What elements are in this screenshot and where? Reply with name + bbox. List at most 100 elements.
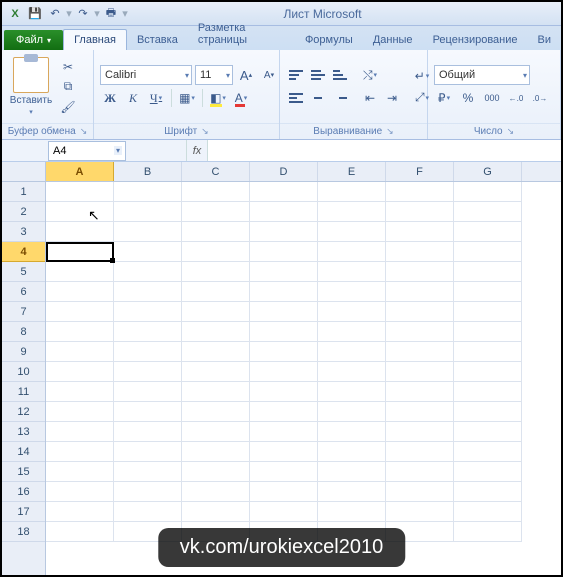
cell[interactable] [250,322,318,342]
cell[interactable] [114,422,182,442]
row-header[interactable]: 13 [2,422,45,442]
cell[interactable] [114,302,182,322]
cell[interactable] [318,362,386,382]
cell[interactable] [182,422,250,442]
cell[interactable] [250,502,318,522]
save-icon[interactable]: 💾 [26,5,44,23]
cell[interactable] [182,222,250,242]
shrink-font-icon[interactable]: A▾ [259,65,279,85]
cell[interactable] [114,342,182,362]
cell[interactable] [250,342,318,362]
tab-review[interactable]: Рецензирование [423,30,528,50]
cell[interactable] [250,462,318,482]
number-format-combo[interactable]: Общий [434,65,530,85]
cell[interactable] [182,382,250,402]
cell[interactable] [318,342,386,362]
worksheet[interactable]: 123456789101112131415161718 ABCDEFG [2,162,561,575]
row-header[interactable]: 18 [2,522,45,542]
tab-view[interactable]: Ви [528,30,561,50]
underline-button[interactable]: Ч [146,88,166,108]
cell[interactable] [250,422,318,442]
cell[interactable] [454,462,522,482]
row-header[interactable]: 7 [2,302,45,322]
cut-icon[interactable]: ✂ [58,58,78,76]
cell[interactable] [182,482,250,502]
cell[interactable] [454,262,522,282]
cell[interactable] [454,502,522,522]
cell[interactable] [250,302,318,322]
cell[interactable] [182,242,250,262]
cell[interactable] [114,182,182,202]
cell[interactable] [318,422,386,442]
cell[interactable] [386,202,454,222]
italic-button[interactable]: К [123,88,143,108]
row-header[interactable]: 14 [2,442,45,462]
cell[interactable] [114,382,182,402]
decrease-decimal-icon[interactable]: .0→ [530,88,550,108]
cell[interactable] [454,362,522,382]
cell[interactable] [454,342,522,362]
copy-icon[interactable]: ⧉ [58,78,78,96]
align-right-icon[interactable] [330,88,350,108]
cell[interactable] [386,262,454,282]
cell[interactable] [250,182,318,202]
cell[interactable] [114,262,182,282]
cell[interactable] [250,382,318,402]
cell[interactable] [250,262,318,282]
cell[interactable] [386,242,454,262]
orientation-icon[interactable]: ⤭ [360,65,380,85]
cell[interactable] [46,502,114,522]
increase-indent-icon[interactable]: ⇥ [382,88,402,108]
cell[interactable] [454,182,522,202]
row-header[interactable]: 17 [2,502,45,522]
align-center-icon[interactable] [308,88,328,108]
cell[interactable] [46,422,114,442]
comma-style-icon[interactable]: 000 [482,88,502,108]
cell[interactable] [46,302,114,322]
cell[interactable] [46,282,114,302]
cell[interactable] [454,382,522,402]
cell[interactable] [386,482,454,502]
cell[interactable] [386,422,454,442]
print-icon[interactable]: 🖶 [102,5,120,23]
cell[interactable] [250,242,318,262]
tab-data[interactable]: Данные [363,30,423,50]
row-header[interactable]: 3 [2,222,45,242]
cell[interactable] [182,402,250,422]
cell[interactable] [114,482,182,502]
cell[interactable] [46,442,114,462]
row-header[interactable]: 9 [2,342,45,362]
cell[interactable] [46,462,114,482]
col-header[interactable]: F [386,162,454,181]
tab-home[interactable]: Главная [63,29,127,50]
cell[interactable] [454,302,522,322]
cell[interactable] [318,462,386,482]
cell[interactable] [318,382,386,402]
cell[interactable] [46,402,114,422]
cell[interactable] [46,222,114,242]
cell[interactable] [182,462,250,482]
cell[interactable] [386,502,454,522]
cell[interactable] [46,342,114,362]
align-bottom-icon[interactable] [330,65,350,85]
cell[interactable] [182,502,250,522]
cell[interactable] [454,282,522,302]
active-cell[interactable] [46,242,114,262]
cell[interactable] [318,402,386,422]
align-top-icon[interactable] [286,65,306,85]
borders-icon[interactable]: ▦ [177,88,197,108]
decrease-indent-icon[interactable]: ⇤ [360,88,380,108]
cell[interactable] [454,402,522,422]
col-header[interactable]: G [454,162,522,181]
cell[interactable] [114,442,182,462]
cell[interactable] [318,322,386,342]
row-header[interactable]: 5 [2,262,45,282]
tab-page-layout[interactable]: Разметка страницы [188,18,295,50]
cell[interactable] [386,382,454,402]
cell[interactable] [386,342,454,362]
col-header[interactable]: C [182,162,250,181]
cell[interactable] [46,182,114,202]
row-header[interactable]: 12 [2,402,45,422]
col-header[interactable]: B [114,162,182,181]
row-header[interactable]: 11 [2,382,45,402]
